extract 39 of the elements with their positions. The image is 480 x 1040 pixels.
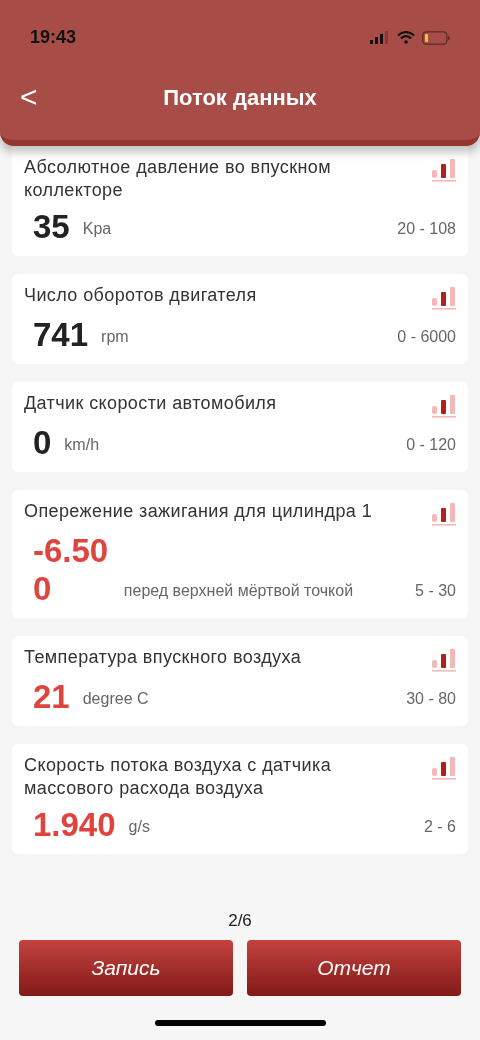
unit-label: degree C [82, 689, 149, 709]
unit-label: g/s [128, 817, 150, 837]
battery-icon [422, 30, 450, 45]
sensor-value: 741 [33, 316, 89, 354]
action-button[interactable]: Запись [19, 939, 233, 996]
unit-label: km/h [64, 435, 100, 455]
sensor-value: 0 [33, 424, 52, 462]
range-label: 5 - 30 [415, 581, 456, 601]
signal-icon [370, 31, 390, 44]
range-label: 0 - 120 [406, 435, 456, 455]
sensor-value: 1.940 [33, 806, 116, 844]
back-button[interactable]: < [20, 82, 38, 112]
chart-icon[interactable] [432, 648, 456, 672]
status-time: 19:43 [30, 26, 77, 49]
sensor-name: Температура впускного воздуха [24, 646, 303, 669]
unit-label: перед верхней мёртвой точкой [123, 581, 354, 601]
sensor-name: Абсолютное давление во впускном коллекторе [24, 156, 332, 202]
sensor-name: Опережение зажигания для цилиндра 1 [24, 500, 374, 523]
chart-icon[interactable] [432, 394, 456, 418]
sensor-name: Скорость потока воздуха с датчика массового расхода воздуха [24, 754, 333, 800]
range-label: 0 - 6000 [397, 327, 456, 347]
sensor-name: Датчик скорости автомобиля [24, 392, 278, 415]
wifi-icon [397, 31, 415, 44]
page-indicator: 2/6 [228, 910, 252, 932]
range-label: 30 - 80 [406, 689, 456, 709]
chart-icon[interactable] [432, 756, 456, 780]
range-label: 20 - 108 [397, 219, 456, 239]
sensor-value: 35 [33, 208, 70, 246]
sensor-name: Число оборотов двигателя [24, 284, 258, 307]
sensor-value: -6.500 [33, 532, 110, 608]
action-button[interactable]: Отчет [247, 939, 461, 996]
chart-icon[interactable] [432, 158, 456, 182]
unit-label: Kpa [82, 219, 112, 239]
chart-icon[interactable] [432, 286, 456, 310]
chart-icon[interactable] [432, 502, 456, 526]
range-label: 2 - 6 [424, 817, 456, 837]
page-title: Поток данных [163, 83, 317, 112]
unit-label: rpm [101, 327, 129, 347]
sensor-value: 21 [33, 678, 70, 716]
